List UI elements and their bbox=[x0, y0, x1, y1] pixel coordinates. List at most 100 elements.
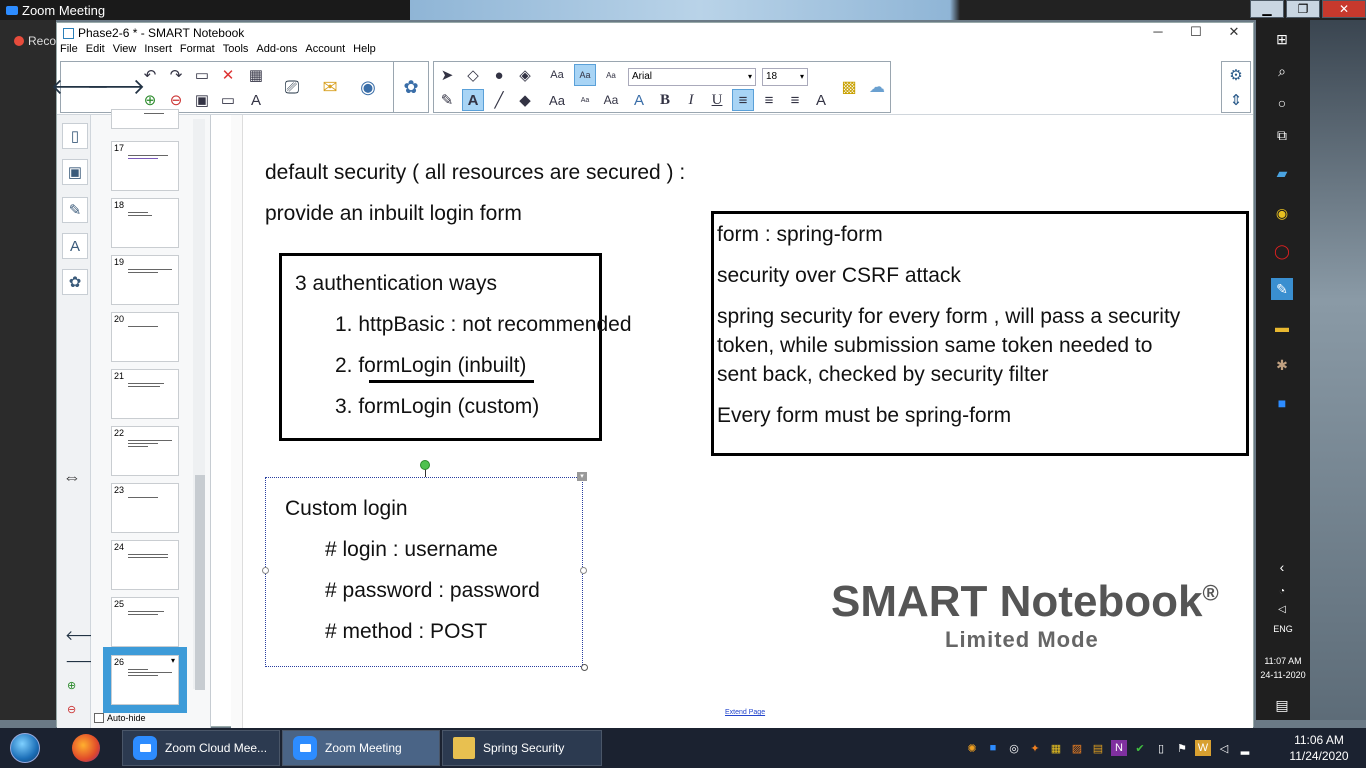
color-palette-icon[interactable]: ▩ bbox=[834, 64, 864, 110]
canvas-text-line2[interactable]: provide an inbuilt login form bbox=[265, 202, 522, 226]
sidebar-delete-page-icon[interactable]: ⊖ bbox=[67, 703, 76, 716]
extend-page-link[interactable]: Extend Page bbox=[725, 709, 765, 716]
select-arrow-icon[interactable]: ➤ bbox=[436, 64, 458, 86]
tray-fox-icon[interactable]: ✦ bbox=[1027, 740, 1043, 756]
align-center-icon[interactable]: ≡ bbox=[758, 89, 780, 111]
thumbnail-24[interactable]: 24 bbox=[111, 540, 179, 590]
font-family-select[interactable]: Arial ▾ bbox=[628, 68, 756, 86]
next-page-icon[interactable]: 🡒 bbox=[87, 64, 146, 110]
canvas-scrollbar[interactable] bbox=[231, 115, 243, 728]
addons-puzzle-icon[interactable]: ✿ bbox=[396, 64, 426, 110]
thumbnail-18[interactable]: 18 bbox=[111, 198, 179, 248]
attachments-tab-icon[interactable]: ✎ bbox=[62, 197, 88, 223]
close-button[interactable]: ✕ bbox=[1215, 23, 1253, 43]
eraser-icon[interactable]: ◆ bbox=[514, 89, 536, 111]
thumbnail-26[interactable]: 26 ▾ bbox=[103, 647, 187, 713]
file-explorer-icon[interactable]: ▬ bbox=[1271, 316, 1293, 338]
menu-addons[interactable]: Add-ons bbox=[256, 43, 297, 59]
tray-grid-icon[interactable]: ▦ bbox=[1048, 740, 1064, 756]
firefox-icon[interactable] bbox=[72, 734, 100, 762]
text-style-large-button[interactable]: Aa bbox=[546, 64, 568, 86]
thumbnail-20[interactable]: 20 bbox=[111, 312, 179, 362]
save-icon[interactable]: ▣ bbox=[191, 89, 213, 111]
add-page-icon[interactable]: ⊕ bbox=[139, 89, 161, 111]
thumbnail-25[interactable]: 25 bbox=[111, 597, 179, 647]
zoom-minimize-button[interactable]: ▁ bbox=[1250, 0, 1284, 18]
resize-handle-left[interactable] bbox=[262, 567, 269, 574]
align-left-icon[interactable]: ≡ bbox=[732, 89, 754, 111]
move-toolbar-icon[interactable]: ⇕ bbox=[1225, 89, 1247, 111]
italic-button[interactable]: I bbox=[680, 89, 702, 111]
show-hidden-icons-icon[interactable]: ‹ bbox=[1271, 556, 1293, 578]
canvas-text-line1[interactable]: default security ( all resources are sec… bbox=[265, 161, 685, 185]
rotate-handle[interactable] bbox=[420, 460, 430, 470]
taskbar-zoom-meeting[interactable]: Zoom Meeting bbox=[282, 730, 440, 766]
properties-tab-icon[interactable]: A bbox=[62, 233, 88, 259]
taskbar-zoom-cloud[interactable]: Zoom Cloud Mee... bbox=[122, 730, 280, 766]
shapes-icon[interactable]: ◇ bbox=[462, 64, 484, 86]
settings-gear-icon[interactable]: ✱ bbox=[1271, 354, 1293, 376]
tray-pdf-icon[interactable]: ▨ bbox=[1069, 740, 1085, 756]
zoom-restore-button[interactable]: ❐ bbox=[1286, 0, 1320, 18]
text-style-heading-button[interactable]: Aa bbox=[546, 89, 568, 111]
tray-onenote-icon[interactable]: N bbox=[1111, 740, 1127, 756]
task-view-icon[interactable]: ⧉ bbox=[1271, 124, 1293, 146]
document-camera-icon[interactable]: ⎚ bbox=[277, 64, 307, 110]
fill-icon[interactable]: ◈ bbox=[514, 64, 536, 86]
resize-handle-corner[interactable] bbox=[581, 664, 588, 671]
thumbnail-21[interactable]: 21 bbox=[111, 369, 179, 419]
text-color-icon[interactable]: A bbox=[628, 89, 650, 111]
minimize-button[interactable]: ─ bbox=[1139, 23, 1177, 43]
screen-shade-icon[interactable]: ▭ bbox=[217, 89, 239, 111]
tray-flag-icon[interactable]: ⚑ bbox=[1174, 740, 1190, 756]
response-icon[interactable]: ◉ bbox=[353, 64, 383, 110]
pens-icon[interactable]: ✎ bbox=[436, 89, 458, 111]
tray-zoom-icon[interactable]: ■ bbox=[985, 740, 1001, 756]
addons-tab-icon[interactable]: ✿ bbox=[62, 269, 88, 295]
object-menu-chevron-icon[interactable]: ▾ bbox=[577, 472, 587, 481]
bold-button[interactable]: B bbox=[654, 89, 676, 111]
lesson-activity-icon[interactable]: ✉ bbox=[315, 64, 345, 110]
table-icon[interactable]: ▦ bbox=[245, 64, 267, 86]
font-size-select[interactable]: 18 ▾ bbox=[762, 68, 808, 86]
text-style-body-button[interactable]: Aa bbox=[600, 89, 622, 111]
autohide-checkbox[interactable] bbox=[94, 713, 104, 723]
autohide-option[interactable]: Auto-hide bbox=[94, 713, 146, 723]
underline-stroke[interactable] bbox=[369, 380, 534, 383]
delete-icon[interactable]: ✕ bbox=[217, 64, 239, 86]
thumbnail-menu-chevron-icon[interactable]: ▾ bbox=[171, 656, 175, 665]
menu-edit[interactable]: Edit bbox=[86, 43, 105, 59]
thumbnail-22[interactable]: 22 bbox=[111, 426, 179, 476]
spellcheck-icon[interactable]: A bbox=[245, 89, 267, 111]
page-canvas[interactable]: default security ( all resources are sec… bbox=[231, 115, 1253, 728]
menu-file[interactable]: File bbox=[60, 43, 78, 59]
notifications-icon[interactable]: ▤ bbox=[1271, 694, 1293, 716]
thumbnail-23[interactable]: 23 bbox=[111, 483, 179, 533]
sorter-scrollbar-thumb[interactable] bbox=[195, 475, 205, 690]
paste-icon[interactable]: ▭ bbox=[191, 64, 213, 86]
opera-icon[interactable]: ◯ bbox=[1271, 240, 1293, 262]
menu-help[interactable]: Help bbox=[353, 43, 376, 59]
pinned-app-icon[interactable]: ▰ bbox=[1271, 162, 1293, 184]
text-style-small-button[interactable]: Aa bbox=[600, 64, 622, 86]
underline-button[interactable]: U bbox=[706, 89, 728, 111]
menu-tools[interactable]: Tools bbox=[223, 43, 249, 59]
line-icon[interactable]: ╱ bbox=[488, 89, 510, 111]
thumbnail-partial[interactable] bbox=[111, 109, 179, 129]
text-format-more-icon[interactable]: A bbox=[810, 89, 832, 111]
taskbar-spring-security[interactable]: Spring Security bbox=[442, 730, 602, 766]
start-button[interactable] bbox=[4, 729, 46, 767]
thumbnail-17[interactable]: 17 bbox=[111, 141, 179, 191]
chrome-icon[interactable]: ◉ bbox=[1271, 202, 1293, 224]
tray-notes-icon[interactable]: ▤ bbox=[1090, 740, 1106, 756]
text-style-selected-button[interactable]: Aa bbox=[574, 64, 596, 86]
cortana-icon[interactable]: ○ bbox=[1271, 92, 1293, 114]
tray-app-icon[interactable]: ✺ bbox=[964, 740, 980, 756]
gallery-tab-icon[interactable]: ▣ bbox=[62, 159, 88, 185]
page-sorter-tab-icon[interactable]: ▯ bbox=[62, 123, 88, 149]
sidebar-add-page-icon[interactable]: ⊕ bbox=[67, 679, 76, 692]
thumbnail-19[interactable]: 19 bbox=[111, 255, 179, 305]
search-icon[interactable]: ⌕ bbox=[1271, 60, 1293, 82]
tray-sync-icon[interactable]: ◎ bbox=[1006, 740, 1022, 756]
taskbar-clock[interactable]: 11:06 AM 11/24/2020 bbox=[1282, 732, 1356, 764]
